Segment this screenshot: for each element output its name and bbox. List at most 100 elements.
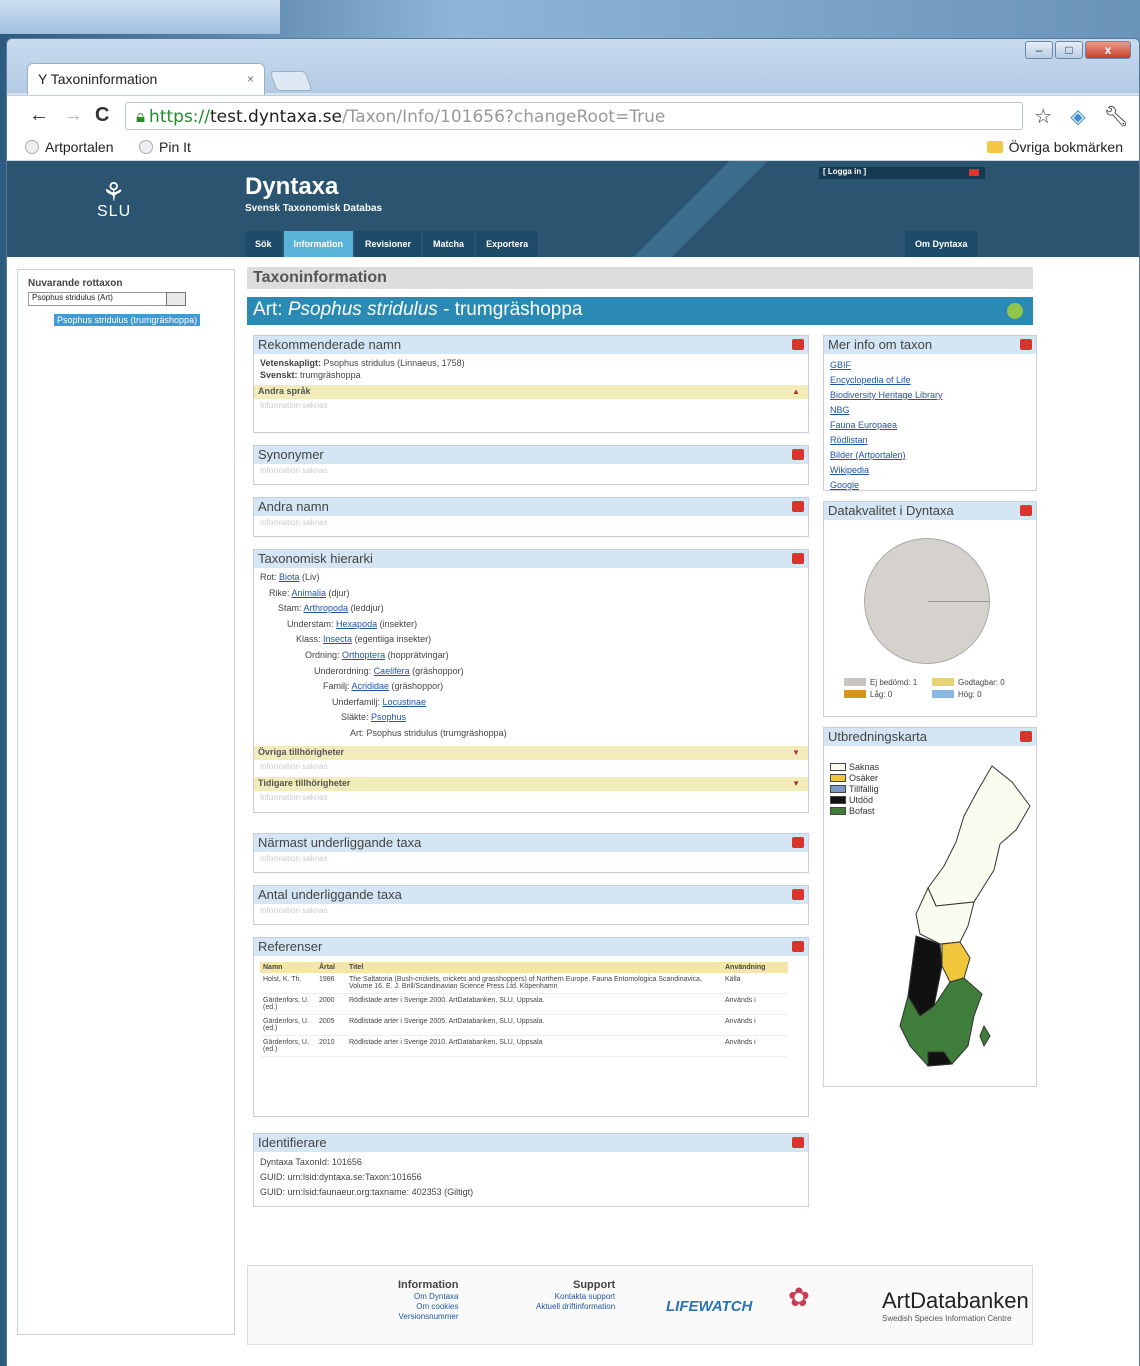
login-link[interactable]: [ Logga in ]	[819, 167, 985, 179]
extension-icon[interactable]: ◈	[1070, 104, 1085, 129]
table-row: Gärdenfors, U. (ed.) 2005 Rödlistade arter…	[260, 1014, 788, 1036]
taxon-link[interactable]: Biota	[279, 572, 300, 582]
close-icon[interactable]	[1020, 505, 1032, 516]
address-bar[interactable]: 🔒︎ https://test.dyntaxa.se/Taxon/Info/101…	[125, 102, 1023, 130]
taxon-link[interactable]: Arthropoda	[304, 603, 349, 613]
table-cell[interactable]: Källa	[722, 973, 788, 994]
rose-logo-icon[interactable]: ✿	[788, 1282, 810, 1313]
folder-icon	[986, 141, 1003, 153]
artdatabanken-logo[interactable]: ArtDatabanken Swedish Species Information…	[882, 1288, 1029, 1323]
close-window-button[interactable]: x	[1085, 41, 1131, 59]
footer-link-contact[interactable]: Kontakta support	[555, 1292, 615, 1301]
root-taxon-select[interactable]: Psophus stridulus (Art)	[28, 292, 184, 306]
table-cell: 2000	[316, 993, 346, 1015]
map-region-north	[927, 765, 1031, 907]
flag-icon[interactable]	[969, 169, 979, 176]
new-tab-button[interactable]	[269, 71, 313, 91]
menu-sok[interactable]: Sök	[245, 231, 282, 257]
taxon-link[interactable]: Orthoptera	[342, 650, 385, 660]
close-icon[interactable]	[792, 553, 804, 564]
taxon-title-bar: Art: Psophus stridulus - trumgräshoppa	[247, 297, 1033, 325]
menu-exportera[interactable]: Exportera	[476, 231, 539, 257]
taxon-link[interactable]: Acrididae	[352, 681, 390, 691]
taxon-link[interactable]: Animalia	[292, 588, 327, 598]
more-info-link[interactable]: Rödlistan	[830, 433, 1030, 448]
more-info-link[interactable]: Biodiversity Heritage Library	[830, 388, 1030, 403]
url-path: /Taxon/Info/101656?changeRoot=True	[341, 107, 666, 127]
page-title: Taxoninformation	[247, 267, 1033, 289]
taxon-link[interactable]: Locustinae	[383, 697, 427, 707]
menu-information[interactable]: Information	[283, 231, 354, 257]
forward-arrow-icon[interactable]: →	[63, 104, 83, 127]
more-info-link[interactable]: Fauna Europaea	[830, 418, 1030, 433]
tab-taxoninformation[interactable]: Y Taxoninformation ×	[27, 63, 265, 95]
more-info-link[interactable]: Google	[830, 478, 1030, 493]
table-cell[interactable]: Används i	[722, 993, 788, 1015]
menu-om-dyntaxa[interactable]: Om Dyntaxa	[905, 231, 978, 257]
close-icon[interactable]	[1020, 731, 1032, 742]
rank-label: Stam:	[278, 603, 302, 614]
col-header-year[interactable]: Årtal	[316, 962, 346, 973]
footer-link-om-dyntaxa[interactable]: Om Dyntaxa	[414, 1292, 458, 1301]
back-arrow-icon[interactable]: ←	[29, 104, 49, 127]
reload-icon[interactable]: C	[95, 104, 109, 127]
legend-label: Hög: 0	[958, 690, 982, 699]
info-icon[interactable]	[1007, 303, 1023, 319]
references-box: Referenser Namn Årtal Titel Användning H…	[253, 937, 809, 1117]
hierarchy-row: Familj: Acrididae (gräshoppor)	[254, 679, 808, 695]
star-icon[interactable]: ☆	[1034, 104, 1052, 129]
maximize-button[interactable]: □	[1055, 41, 1083, 59]
table-cell[interactable]: Används i	[722, 1035, 788, 1057]
minimize-button[interactable]: –	[1025, 41, 1053, 59]
col-header-usage[interactable]: Användning	[722, 962, 788, 973]
more-info-link[interactable]: Bilder (Artportalen)	[830, 448, 1030, 463]
close-icon[interactable]	[792, 501, 804, 512]
site-title[interactable]: Dyntaxa	[245, 173, 382, 201]
bookmark-artportalen[interactable]: Artportalen	[25, 139, 113, 155]
other-languages-toggle[interactable]: Andra språk ▲	[254, 385, 808, 399]
footer-link-version[interactable]: Versionsnummer	[398, 1312, 458, 1321]
bookmark-pin-it[interactable]: Pin It	[139, 139, 191, 155]
close-icon[interactable]	[792, 941, 804, 952]
other-bookmarks-label: Övriga bokmärken	[1008, 139, 1123, 155]
other-affiliations-toggle[interactable]: Övriga tillhörigheter ▼	[254, 745, 808, 760]
close-tab-icon[interactable]: ×	[247, 72, 254, 86]
close-icon[interactable]	[792, 339, 804, 350]
lifewatch-logo[interactable]: LIFEWATCH	[666, 1298, 752, 1315]
taxon-link[interactable]: Caelifera	[374, 666, 410, 676]
close-icon[interactable]	[792, 449, 804, 460]
table-cell: 1986	[316, 973, 346, 994]
more-info-link[interactable]: GBIF	[830, 358, 1030, 373]
more-info-link[interactable]: NBG	[830, 403, 1030, 418]
table-cell[interactable]: Används i	[722, 1014, 788, 1036]
close-icon[interactable]	[1020, 339, 1032, 350]
taxon-link[interactable]: Hexapoda	[336, 619, 377, 629]
close-icon[interactable]	[792, 837, 804, 848]
slu-logo[interactable]: ⚘ SLU	[97, 177, 131, 221]
taxon-link[interactable]: Psophus	[371, 712, 406, 722]
col-header-name[interactable]: Namn	[260, 962, 316, 973]
box-title: Referenser	[258, 939, 323, 954]
menu-matcha[interactable]: Matcha	[423, 231, 475, 257]
more-info-link[interactable]: Encyclopedia of Life	[830, 373, 1030, 388]
root-taxon-label: Nuvarande rottaxon	[28, 278, 123, 289]
previous-affiliations-toggle[interactable]: Tidigare tillhörigheter ▼	[254, 776, 808, 791]
other-bookmarks[interactable]: Övriga bokmärken	[986, 139, 1123, 155]
menu-revisioner[interactable]: Revisioner	[355, 231, 422, 257]
tree-node-psophus[interactable]: Psophus stridulus (trumgräshoppa)	[54, 314, 201, 326]
more-info-link[interactable]: Wikipedia	[830, 463, 1030, 478]
col-header-title[interactable]: Titel	[346, 962, 722, 973]
close-icon[interactable]	[792, 889, 804, 900]
slu-logo-icon: ⚘	[101, 177, 127, 207]
wrench-icon[interactable]: 🔧︎	[1104, 104, 1129, 129]
footer-link-cookies[interactable]: Om cookies	[416, 1302, 458, 1311]
chevron-down-icon[interactable]	[166, 292, 186, 306]
subheading: Andra språk	[258, 386, 311, 396]
globe-icon	[139, 140, 153, 154]
taxon-link[interactable]: Insecta	[323, 634, 352, 644]
close-icon[interactable]	[792, 1137, 804, 1148]
legend-ej-bedomd: Ej bedömd: 1	[844, 678, 917, 687]
data-quality-box: Datakvalitet i Dyntaxa Ej bedömd: 1 Godt…	[823, 501, 1037, 717]
more-info-box: Mer info om taxon GBIF Encyclopedia of Li…	[823, 335, 1037, 491]
footer-link-status[interactable]: Aktuell driftinformation	[536, 1302, 615, 1311]
